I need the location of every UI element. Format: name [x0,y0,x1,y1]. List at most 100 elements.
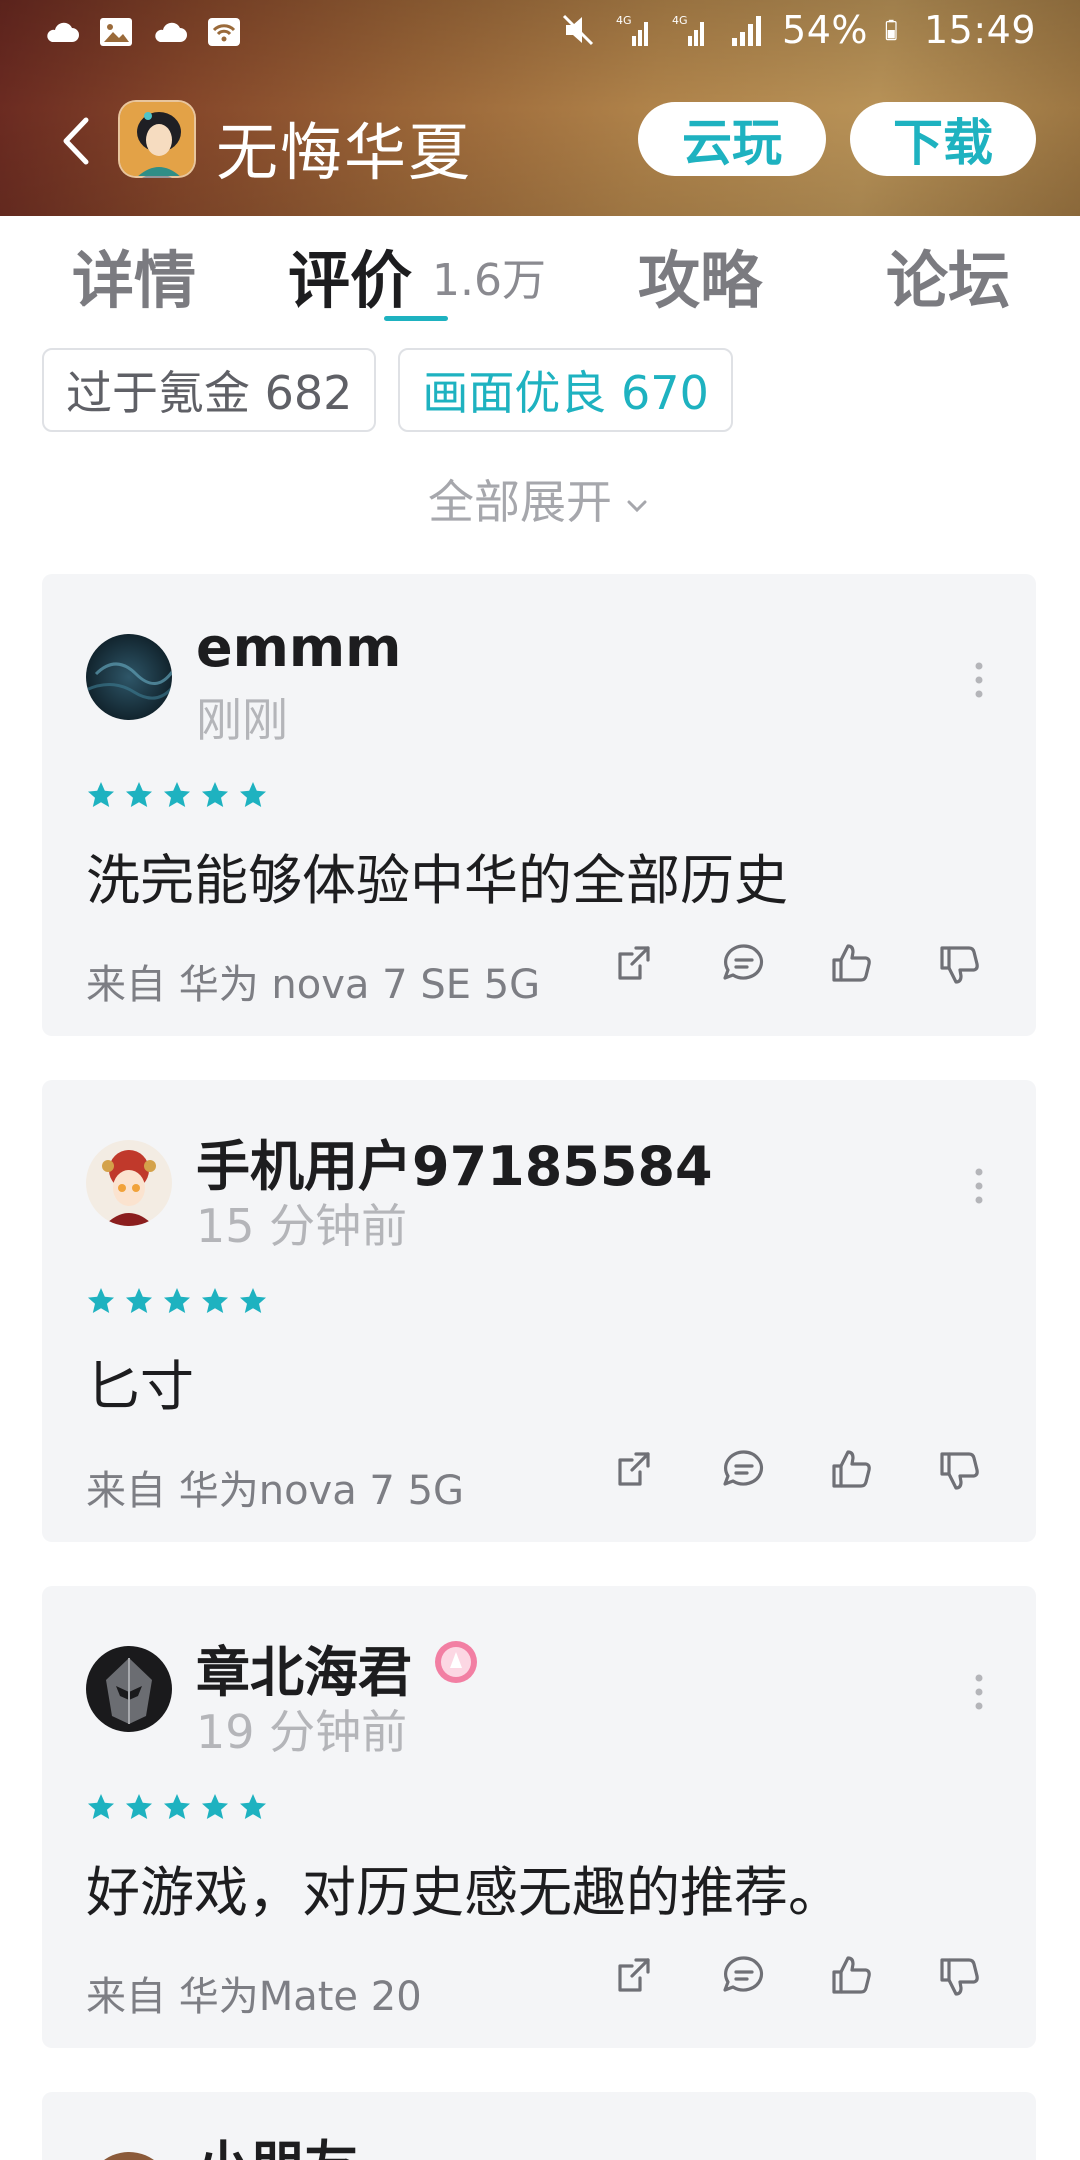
review-card: 小朋友 [42,2092,1036,2160]
review-actions [610,1444,986,1500]
review-time: 15 分钟前 [196,1199,408,1253]
comment-button[interactable] [718,938,770,994]
tag-chip[interactable]: 过于氪金 682 [42,348,377,432]
page-title: 无悔华夏 [216,116,473,189]
tab-bar: 详情 评价 1.6万 攻略 论坛 [0,216,1080,326]
signal-4g-icon: 4G [672,14,705,46]
svg-text:4G: 4G [616,14,632,27]
comment-icon [723,1450,764,1486]
share-button[interactable] [610,1950,662,2006]
thumbs-down-button[interactable] [934,1444,986,1500]
review-device: 来自 华为Mate 20 [86,1974,422,2020]
expand-all-button[interactable]: 全部展开 [0,466,1080,532]
signal-4g-icon: 4G [616,14,649,46]
tab-reviews-count: 1.6万 [432,255,546,306]
review-card: emmm 刚刚 洗完能够体验中华的全部历史 来自 华为 nova 7 SE 5G [42,574,1036,1036]
star-icon [164,1288,190,1313]
status-bar: 4G 4G 54% 15:49 [0,0,1080,66]
thumbs-down-icon [940,1452,979,1490]
review-username[interactable]: 小朋友 [196,2122,358,2160]
download-button[interactable]: 下载 [850,102,1036,176]
thumbs-down-button[interactable] [934,938,986,994]
review-card: 章北海君 19 分钟前 好游戏，对历史感无趣的推荐。 来自 华为Mate 20 [42,1586,1036,2048]
star-icon [164,1794,190,1819]
thumbs-down-icon [940,1958,979,1996]
more-options-icon[interactable] [974,660,984,700]
thumbs-up-icon [832,1956,871,1994]
review-text: 好游戏，对历史感无趣的推荐。 [86,1861,842,1924]
avatar[interactable] [86,2152,172,2160]
avatar[interactable] [86,1646,172,1732]
star-icon [240,1288,266,1313]
star-icon [126,1794,152,1819]
thumbs-up-icon [832,944,871,982]
cloud-weather-icon [155,22,187,42]
tab-guides[interactable]: 攻略 [638,230,762,320]
thumbs-down-button[interactable] [934,1950,986,2006]
star-icon [240,782,266,807]
cloud-weather-icon [47,22,79,42]
star-icon [88,782,114,807]
share-icon [618,1452,650,1486]
review-card: 手机用户97185584 15 分钟前 匕寸 来自 华为nova 7 5G [42,1080,1036,1542]
battery-percent: 54% [782,8,868,52]
more-options-icon[interactable] [974,1672,984,1712]
star-icon [88,1288,114,1313]
share-icon [618,946,650,980]
review-username[interactable]: emmm [196,616,401,679]
image-icon [100,18,132,46]
review-text: 匕寸 [86,1355,194,1418]
title-bar: 无悔华夏 云玩 下载 [0,86,1080,196]
star-icon [240,1794,266,1819]
battery-icon [885,19,897,41]
active-tab-indicator [384,316,448,321]
tag-filter-row: 过于氪金 682 画面优良 670 [42,348,733,432]
share-button[interactable] [610,1444,662,1500]
tab-forum[interactable]: 论坛 [886,230,1010,320]
thumbs-up-button[interactable] [826,1950,878,2006]
user-badge-icon [435,1641,477,1683]
share-icon [618,1958,650,1992]
avatar[interactable] [86,1140,172,1226]
back-arrow-icon[interactable] [52,108,102,174]
wifi-icon [208,18,240,46]
review-device: 来自 华为nova 7 5G [86,1468,465,1514]
review-actions [610,1950,986,2006]
svg-text:4G: 4G [672,14,688,27]
tag-chip[interactable]: 画面优良 670 [398,348,733,432]
thumbs-up-icon [832,1450,871,1488]
star-rating [86,1286,268,1316]
comment-button[interactable] [718,1950,770,2006]
tab-details[interactable]: 详情 [72,230,196,320]
signal-icon [732,16,762,46]
star-rating [86,1792,268,1822]
app-icon [118,100,196,178]
comment-icon [723,944,764,980]
review-time: 19 分钟前 [196,1705,408,1759]
review-actions [610,938,986,994]
thumbs-down-icon [940,946,979,984]
star-rating [86,780,268,810]
share-button[interactable] [610,938,662,994]
star-icon [202,1288,228,1313]
clock: 15:49 [923,8,1036,52]
chevron-down-icon [627,500,647,512]
review-device: 来自 华为 nova 7 SE 5G [86,962,541,1008]
thumbs-up-button[interactable] [826,938,878,994]
cloud-play-button[interactable]: 云玩 [638,102,826,176]
more-options-icon[interactable] [974,1166,984,1206]
star-icon [126,1288,152,1313]
mute-icon [562,14,594,46]
review-time: 刚刚 [196,693,288,747]
app-header: 4G 4G 54% 15:49 无悔华夏 云玩 下载 [0,0,1080,216]
review-text: 洗完能够体验中华的全部历史 [86,849,788,912]
star-icon [202,1794,228,1819]
avatar[interactable] [86,634,172,720]
expand-all-label: 全部展开 [428,475,612,529]
tab-reviews[interactable]: 评价 [288,230,412,320]
star-icon [126,782,152,807]
comment-icon [723,1956,764,1992]
star-icon [164,782,190,807]
thumbs-up-button[interactable] [826,1444,878,1500]
comment-button[interactable] [718,1444,770,1500]
